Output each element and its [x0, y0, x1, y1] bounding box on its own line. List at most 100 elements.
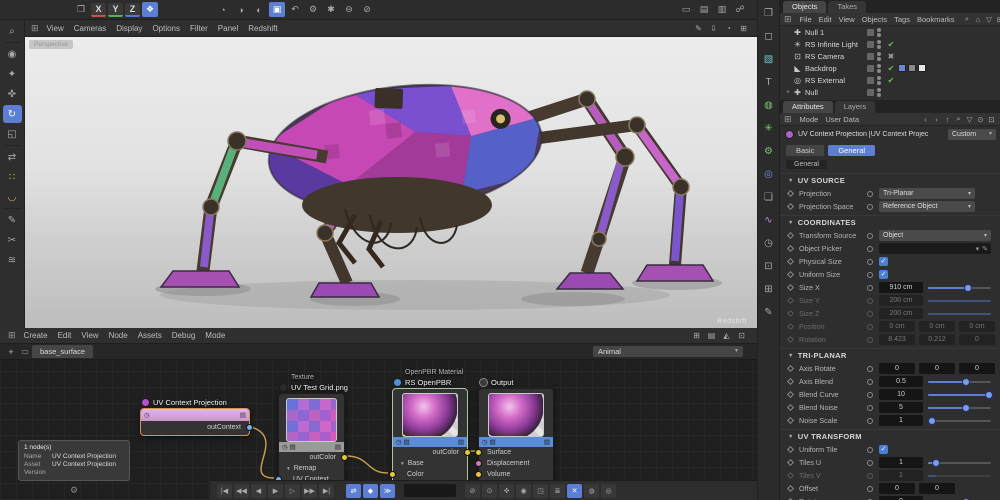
sound-icon[interactable]: ≫ — [380, 483, 395, 498]
search-icon[interactable]: ⌕ — [953, 114, 964, 125]
tiles-u-value-field[interactable]: 1 — [879, 457, 923, 468]
viewport-3d[interactable]: Perspective Redshift — [25, 37, 757, 328]
enabled-check-icon[interactable]: ✔ — [886, 64, 896, 73]
spline-icon[interactable]: ∿ — [760, 212, 778, 229]
enabled-check-icon[interactable]: ✔ — [886, 40, 896, 49]
solo-b-icon[interactable]: ◎ — [601, 483, 616, 498]
animation-dot-icon[interactable] — [867, 485, 873, 492]
clock-icon[interactable]: ◷ — [396, 438, 402, 446]
grid-icon[interactable]: ⊞ — [690, 330, 703, 342]
size-x-slider[interactable] — [928, 283, 991, 292]
menu-icon[interactable]: ▤ — [240, 411, 246, 419]
animation-dot-icon[interactable] — [867, 417, 873, 424]
node-menu-mode[interactable]: Mode — [205, 331, 225, 340]
uniform-size-checkbox[interactable]: ✓ — [879, 270, 888, 279]
tiles-u-slider[interactable] — [928, 458, 991, 467]
offset-value-0[interactable]: 0 — [879, 483, 915, 494]
clock-icon[interactable]: ◷ — [482, 438, 488, 446]
display-icon[interactable]: ⊞ — [760, 281, 778, 298]
sphere-icon[interactable]: ◍ — [760, 97, 778, 114]
enabled-check-icon[interactable]: ✔ — [886, 76, 896, 85]
object-tag-icon[interactable] — [918, 64, 926, 72]
axis-x-button[interactable]: X — [91, 2, 106, 17]
node-output[interactable]: Output ◷ ▤ ▤ Surface Displacement Volume — [475, 378, 554, 492]
ipr-render-icon[interactable]: ◐ — [251, 2, 267, 17]
panel-grid-icon[interactable]: ⊞ — [31, 23, 39, 34]
viewport-menu-options[interactable]: Options — [152, 24, 180, 33]
animation-dot-icon[interactable] — [867, 203, 873, 210]
port-outcolor[interactable] — [341, 454, 348, 461]
objects-menu-objects[interactable]: Objects — [862, 15, 887, 24]
workspace-a-icon[interactable]: ▤ — [696, 2, 712, 17]
material-selector-dropdown[interactable]: Animal ▾ — [593, 346, 743, 357]
character-mode-icon[interactable]: ☍ — [732, 2, 748, 17]
rotate-value-field[interactable]: 0 — [879, 496, 923, 500]
keyframe-diamond-icon[interactable] — [786, 309, 795, 318]
object-row-rs-external[interactable]: ◎ RS External ✔ — [780, 74, 1000, 86]
annotate-icon[interactable]: ✎ — [692, 22, 705, 34]
blend-noise-slider[interactable] — [928, 403, 991, 412]
node-menu-assets[interactable]: Assets — [138, 331, 162, 340]
layer-color-swatch[interactable] — [867, 88, 874, 96]
gear-icon[interactable]: ⚙ — [70, 485, 78, 496]
section-header-tri-planar[interactable]: ▼ TRI-PLANAR — [780, 348, 1000, 362]
pen-icon[interactable]: ✎ — [760, 304, 778, 321]
clock-icon[interactable]: ◷ — [760, 235, 778, 252]
projection-space-dropdown[interactable]: Reference Object ▾ — [879, 201, 975, 212]
tab-layers[interactable]: Layers — [834, 101, 876, 113]
frame-field[interactable] — [404, 484, 456, 497]
axis-rotate-value-1[interactable]: 0 — [919, 363, 955, 374]
attr-menu-mode[interactable]: Mode — [800, 115, 819, 124]
objects-menu-edit[interactable]: Edit — [819, 15, 832, 24]
visibility-dots[interactable] — [877, 39, 881, 49]
edit-render-icon[interactable]: ↶ — [287, 2, 303, 17]
objects-menu-bookmarks[interactable]: Bookmarks — [917, 15, 955, 24]
collapse-triangle-icon[interactable]: ▾ — [287, 466, 290, 472]
keyframe-diamond-icon[interactable] — [786, 377, 795, 386]
layer-color-swatch[interactable] — [867, 64, 874, 72]
keyframe-diamond-icon[interactable] — [786, 335, 795, 344]
basic-button[interactable]: Basic — [786, 144, 825, 156]
next-frame-icon[interactable]: ▷ — [285, 483, 300, 498]
rotate-icon[interactable]: ◉ — [516, 483, 531, 498]
forward-icon[interactable]: › — [931, 114, 942, 125]
axis-blend-slider[interactable] — [928, 377, 991, 386]
viewport-menu-redshift[interactable]: Redshift — [248, 24, 277, 33]
panel-icon[interactable]: ⊞ — [995, 14, 1000, 25]
keyframe-diamond-icon[interactable] — [786, 257, 795, 266]
section-header-coordinates[interactable]: ▼ COORDINATES — [780, 215, 1000, 229]
animation-dot-icon[interactable] — [867, 336, 873, 343]
slider-handle[interactable] — [927, 416, 936, 425]
viewport-menu-display[interactable]: Display — [116, 24, 142, 33]
new-window-icon[interactable]: ⊡ — [986, 114, 997, 125]
autokey-icon[interactable]: ◆ — [363, 483, 378, 498]
measure-icon[interactable]: ≋ — [3, 251, 22, 269]
expand-toggle[interactable]: + — [784, 89, 792, 96]
keyframe-diamond-icon[interactable] — [786, 484, 795, 493]
menu-icon[interactable]: ▤ — [458, 438, 464, 446]
keyframe-diamond-icon[interactable] — [786, 283, 795, 292]
search-icon[interactable]: ⌕ — [3, 22, 22, 40]
clock-icon[interactable]: ◷ — [144, 411, 150, 419]
tab-base-surface[interactable]: base_surface — [32, 345, 94, 358]
viewport-menu-cameras[interactable]: Cameras — [74, 24, 106, 33]
scale-tool-icon[interactable]: ◱ — [3, 125, 22, 143]
visibility-dots[interactable] — [877, 51, 881, 61]
asset-browser-icon[interactable]: ✱ — [323, 2, 339, 17]
animation-dot-icon[interactable] — [867, 472, 873, 479]
position-value-2[interactable]: 0 cm — [959, 321, 995, 332]
blend-curve-value-field[interactable]: 10 — [879, 389, 923, 400]
panel-grid-icon[interactable]: ⊞ — [8, 330, 16, 341]
animation-dot-icon[interactable] — [867, 323, 873, 330]
layout-icon[interactable]: ❐ — [760, 5, 778, 22]
offset-value-1[interactable]: 0 — [919, 483, 955, 494]
layers-icon[interactable]: ≣ — [550, 483, 565, 498]
animation-dot-icon[interactable] — [867, 310, 873, 317]
port-volume[interactable] — [475, 471, 482, 478]
keyframe-diamond-icon[interactable] — [786, 416, 795, 425]
workspace-monitor-icon[interactable]: ▭ — [678, 2, 694, 17]
animation-dot-icon[interactable] — [867, 391, 873, 398]
animation-dot-icon[interactable] — [867, 446, 873, 453]
object-row-backdrop[interactable]: ◣ Backdrop ✔ — [780, 62, 1000, 74]
viewport-menu-view[interactable]: View — [47, 24, 64, 33]
